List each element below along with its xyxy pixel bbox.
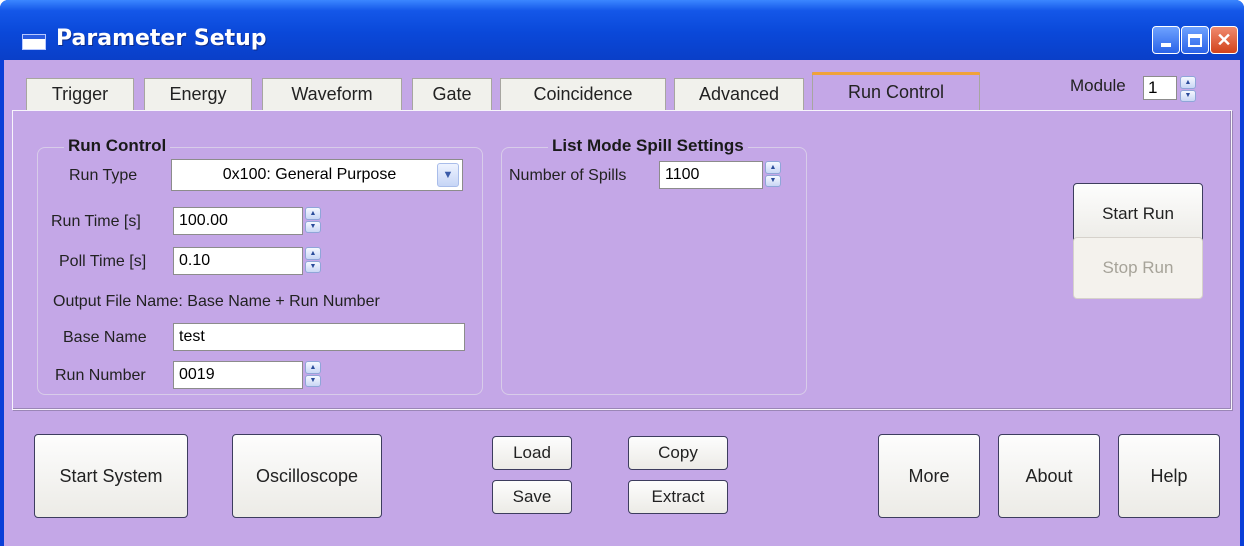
run-type-value: 0x100: General Purpose bbox=[222, 166, 397, 183]
spin-down-icon[interactable]: ▼ bbox=[765, 174, 781, 187]
module-spinner[interactable]: ▲ ▼ bbox=[1180, 76, 1196, 102]
spills-label: Number of Spills bbox=[509, 167, 627, 184]
poll-time-input[interactable]: 0.10 bbox=[173, 247, 303, 275]
spin-up-icon[interactable]: ▲ bbox=[305, 207, 321, 220]
parameter-setup-window: Parameter Setup ✕ Trigger Energy Wavefor… bbox=[0, 0, 1244, 546]
minimize-button[interactable] bbox=[1152, 26, 1180, 54]
run-number-spinner[interactable]: ▲ ▼ bbox=[305, 361, 321, 387]
spin-up-icon[interactable]: ▲ bbox=[305, 247, 321, 260]
spin-up-icon[interactable]: ▲ bbox=[305, 361, 321, 374]
module-label: Module bbox=[1070, 76, 1126, 95]
poll-time-label: Poll Time [s] bbox=[59, 253, 147, 270]
spills-spinner[interactable]: ▲ ▼ bbox=[765, 161, 781, 187]
tab-advanced[interactable]: Advanced bbox=[674, 78, 804, 110]
close-button[interactable]: ✕ bbox=[1210, 26, 1238, 54]
maximize-button[interactable] bbox=[1181, 26, 1209, 54]
tab-trigger[interactable]: Trigger bbox=[26, 78, 134, 110]
run-control-title: Run Control bbox=[64, 136, 171, 156]
close-icon: ✕ bbox=[1216, 29, 1232, 50]
spills-input[interactable]: 1100 bbox=[659, 161, 763, 189]
title-bar[interactable]: Parameter Setup ✕ bbox=[0, 0, 1244, 60]
maximize-icon bbox=[1188, 33, 1202, 47]
about-button[interactable]: About bbox=[998, 434, 1100, 518]
save-button[interactable]: Save bbox=[492, 480, 572, 514]
load-button[interactable]: Load bbox=[492, 436, 572, 470]
run-number-input[interactable]: 0019 bbox=[173, 361, 303, 389]
window-icon bbox=[22, 34, 46, 50]
chevron-down-icon[interactable]: ▼ bbox=[437, 163, 459, 187]
run-time-label: Run Time [s] bbox=[51, 213, 141, 230]
run-control-panel: Run Control Run Type 0x100: General Purp… bbox=[12, 110, 1232, 410]
spin-down-icon[interactable]: ▼ bbox=[1180, 89, 1196, 102]
run-time-spinner[interactable]: ▲ ▼ bbox=[305, 207, 321, 233]
stop-run-button[interactable]: Stop Run bbox=[1073, 237, 1203, 299]
tab-run-control[interactable]: Run Control bbox=[812, 72, 980, 112]
more-button[interactable]: More bbox=[878, 434, 980, 518]
spin-up-icon[interactable]: ▲ bbox=[1180, 76, 1196, 89]
tab-bar: Trigger Energy Waveform Gate Coincidence… bbox=[4, 60, 1240, 112]
module-input[interactable]: 1 bbox=[1143, 76, 1177, 100]
minimize-icon bbox=[1161, 43, 1171, 47]
tab-coincidence[interactable]: Coincidence bbox=[500, 78, 666, 110]
start-run-button[interactable]: Start Run bbox=[1073, 183, 1203, 245]
spin-down-icon[interactable]: ▼ bbox=[305, 374, 321, 387]
client-area: Trigger Energy Waveform Gate Coincidence… bbox=[4, 60, 1240, 546]
base-name-label: Base Name bbox=[63, 329, 147, 346]
tab-energy[interactable]: Energy bbox=[144, 78, 252, 110]
oscilloscope-button[interactable]: Oscilloscope bbox=[232, 434, 382, 518]
tab-gate[interactable]: Gate bbox=[412, 78, 492, 110]
run-type-select[interactable]: 0x100: General Purpose ▼ bbox=[171, 159, 463, 191]
tab-waveform[interactable]: Waveform bbox=[262, 78, 402, 110]
run-number-label: Run Number bbox=[55, 367, 146, 384]
extract-button[interactable]: Extract bbox=[628, 480, 728, 514]
run-time-input[interactable]: 100.00 bbox=[173, 207, 303, 235]
spill-settings-title: List Mode Spill Settings bbox=[548, 136, 748, 156]
poll-time-spinner[interactable]: ▲ ▼ bbox=[305, 247, 321, 273]
start-system-button[interactable]: Start System bbox=[34, 434, 188, 518]
window-title: Parameter Setup bbox=[56, 26, 267, 51]
run-type-label: Run Type bbox=[69, 167, 138, 184]
base-name-input[interactable]: test bbox=[173, 323, 465, 351]
help-button[interactable]: Help bbox=[1118, 434, 1220, 518]
spin-up-icon[interactable]: ▲ bbox=[765, 161, 781, 174]
output-file-note: Output File Name: Base Name + Run Number bbox=[53, 293, 380, 310]
spin-down-icon[interactable]: ▼ bbox=[305, 260, 321, 273]
copy-button[interactable]: Copy bbox=[628, 436, 728, 470]
spin-down-icon[interactable]: ▼ bbox=[305, 220, 321, 233]
